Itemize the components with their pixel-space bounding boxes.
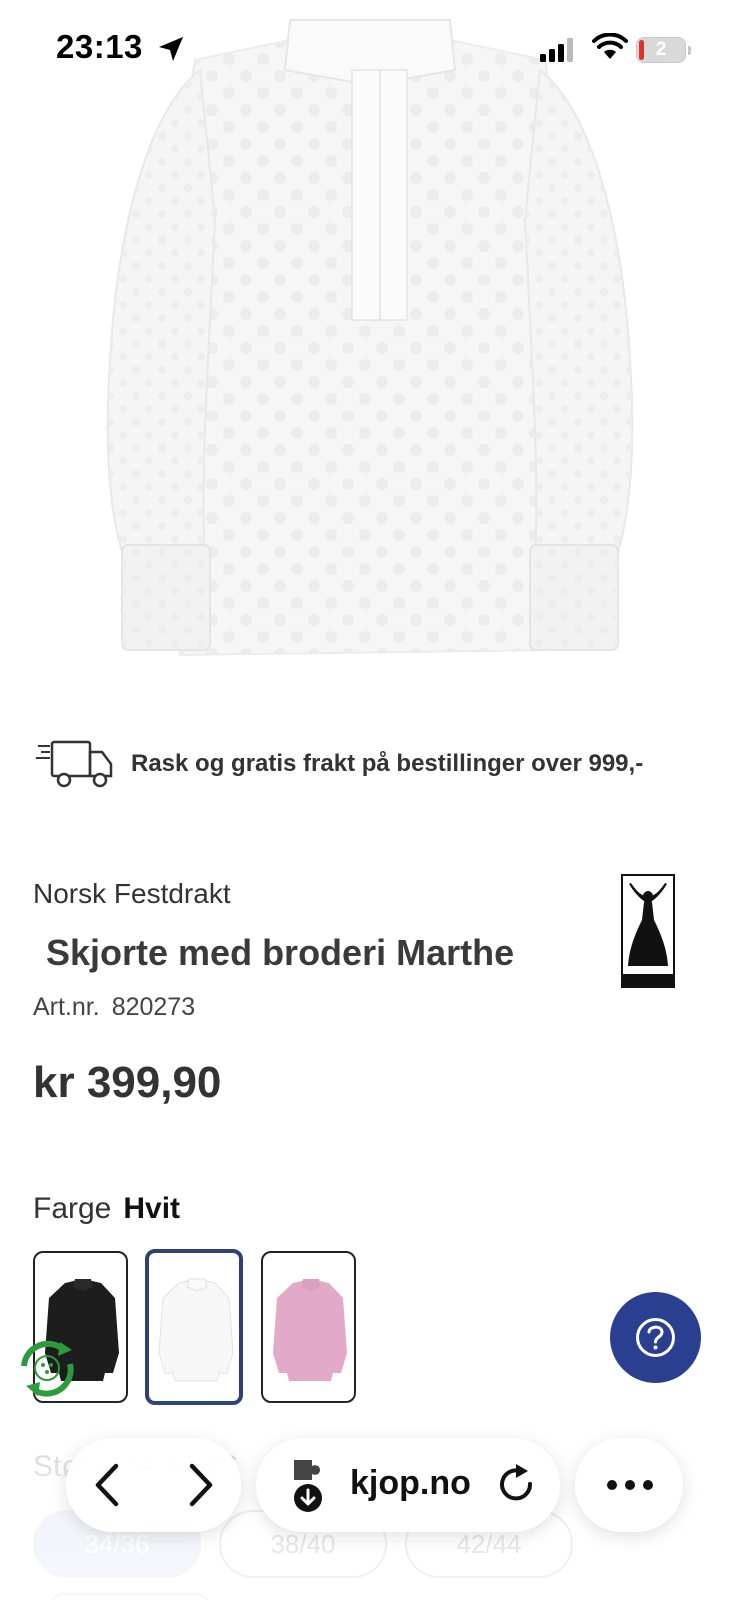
product-brand[interactable]: Norsk Festdrakt — [33, 878, 231, 910]
color-swatch-pink[interactable] — [261, 1251, 356, 1403]
battery-icon: 2 — [636, 37, 691, 63]
more-icon — [607, 1480, 653, 1490]
article-number-label: Art.nr. — [33, 993, 100, 1021]
reload-icon[interactable] — [496, 1462, 538, 1508]
status-bar: 23:13 2 — [0, 0, 739, 100]
article-number: Art.nr. 820273 — [33, 993, 207, 1022]
more-button[interactable] — [575, 1438, 683, 1532]
white-blouse-illustration — [106, 19, 634, 657]
extension-icon[interactable] — [290, 1456, 330, 1514]
color-swatch-white[interactable] — [145, 1249, 243, 1405]
status-time: 23:13 — [56, 28, 143, 65]
shipping-text: Rask og gratis frakt på bestillinger ove… — [131, 750, 644, 777]
address-bar[interactable]: kjop.no — [256, 1438, 560, 1532]
battery-level: 2 — [655, 39, 667, 60]
white-blouse-thumbnail — [158, 1278, 234, 1382]
shipping-info: Rask og gratis frakt på bestillinger ove… — [36, 740, 716, 790]
pink-blouse-thumbnail — [273, 1279, 347, 1381]
product-title: Skjorte med broderi Marthe — [46, 932, 515, 973]
wifi-icon — [592, 33, 628, 59]
product-image[interactable] — [0, 0, 739, 690]
delivery-truck-icon — [36, 740, 113, 788]
color-label: Farge — [33, 1192, 112, 1225]
question-mark-icon — [636, 1318, 675, 1357]
location-arrow-icon — [159, 37, 183, 61]
product-price: kr 399,90 — [33, 1058, 222, 1107]
chevron-left-icon[interactable] — [84, 1460, 134, 1510]
color-selector-label: Farge Hvit — [33, 1192, 180, 1226]
url-text[interactable]: kjop.no — [350, 1464, 471, 1503]
brand-logo[interactable] — [621, 874, 675, 988]
help-button[interactable] — [610, 1292, 701, 1383]
size-option-partial[interactable] — [46, 1593, 214, 1600]
chevron-right-icon[interactable] — [174, 1460, 224, 1510]
cellular-signal-icon — [540, 38, 573, 62]
selected-color: Hvit — [123, 1192, 181, 1225]
article-number-value: 820273 — [111, 993, 196, 1021]
recycle-icon[interactable] — [12, 1336, 82, 1400]
browser-nav-group — [66, 1438, 241, 1532]
